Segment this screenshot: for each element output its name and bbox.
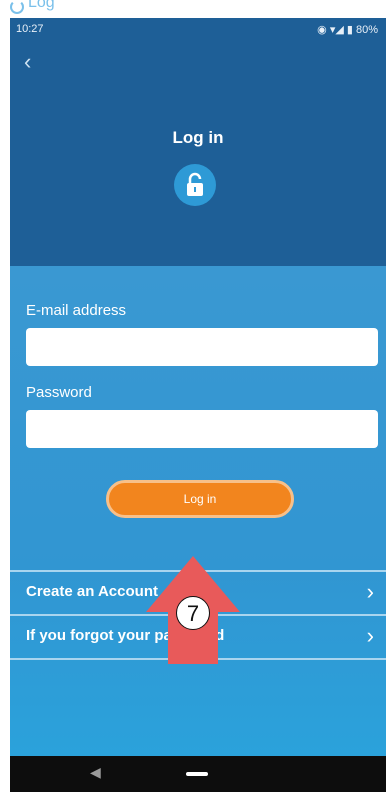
chevron-right-icon: › — [366, 579, 374, 604]
chevron-right-icon: › — [366, 623, 374, 648]
password-field[interactable] — [26, 410, 378, 448]
divider — [10, 658, 386, 660]
page-title: Log in — [172, 128, 224, 147]
password-label: Password — [26, 384, 92, 401]
home-nav-icon[interactable] — [186, 772, 208, 776]
lock-icon — [174, 164, 216, 206]
create-account-label: Create an Account — [26, 583, 158, 600]
login-button[interactable]: Log in — [106, 480, 294, 518]
email-label: E-mail address — [26, 302, 127, 319]
top-strip-text: Log — [28, 0, 55, 11]
top-strip: Log — [0, 0, 386, 20]
email-field[interactable] — [26, 328, 378, 366]
phone-screen: 10:27 ◉ ▾◢ ▮ 80% ‹ Log in E-mail address… — [10, 18, 386, 792]
back-nav-icon[interactable]: ◀ — [90, 764, 101, 781]
status-indicators: ◉ ▾◢ ▮ 80% — [317, 24, 378, 36]
status-bar: 10:27 ◉ ▾◢ ▮ 80% — [10, 18, 386, 42]
divider — [10, 570, 386, 572]
step-number-badge: 7 — [176, 596, 210, 630]
navigation-bar: ◀ — [10, 756, 386, 792]
step-circle-icon — [10, 0, 24, 14]
status-time: 10:27 — [16, 23, 44, 35]
chevron-left-icon[interactable]: ‹ — [24, 50, 48, 74]
